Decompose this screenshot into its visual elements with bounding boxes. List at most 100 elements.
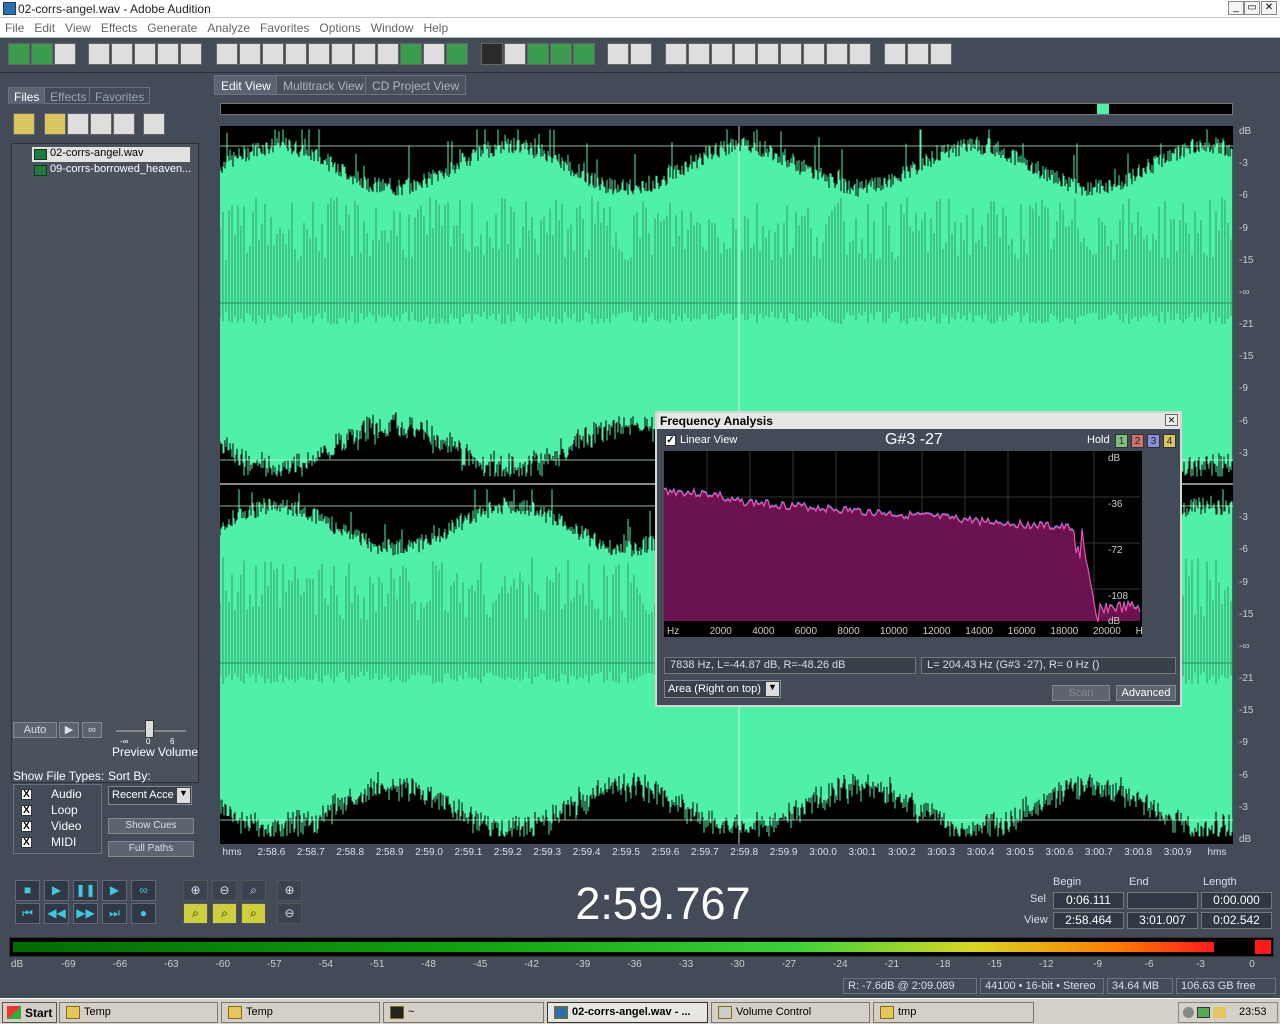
full-paths-button[interactable]: Full Paths <box>108 841 194 857</box>
video-type-checkbox[interactable]: X <box>21 821 32 832</box>
start-button[interactable]: Start <box>2 1002 57 1023</box>
close-selected-icon[interactable] <box>67 113 89 135</box>
zoom-selection-icon[interactable]: ⌕ <box>241 903 266 924</box>
time-selection-tool-icon[interactable] <box>607 43 629 65</box>
midi-type-checkbox[interactable]: X <box>21 837 32 848</box>
spectrum-plot[interactable]: Hz 2000 4000 6000 8000 10000 12000 14000 16000 18… <box>663 451 1148 637</box>
advanced-button[interactable]: Advanced <box>1116 685 1176 701</box>
repeat-icon[interactable] <box>262 43 284 65</box>
task-temp-2[interactable]: Temp <box>221 1002 380 1023</box>
grid-view-icon[interactable] <box>527 43 549 65</box>
help-icon[interactable] <box>930 43 952 65</box>
menu-file[interactable]: File <box>0 18 29 35</box>
toggle-time-icon[interactable] <box>780 43 802 65</box>
hold-1-button[interactable]: 1 <box>1115 434 1128 448</box>
zoom-full-icon[interactable]: ⌕ <box>241 880 266 901</box>
audio-type-checkbox[interactable]: X <box>21 789 32 800</box>
sel-end-field[interactable] <box>1127 892 1198 909</box>
stop-button[interactable]: ■ <box>15 880 40 901</box>
task-terminal[interactable]: ~ <box>383 1002 544 1023</box>
tab-effects[interactable]: Effects <box>44 87 93 104</box>
minimize-button[interactable]: _ <box>1228 1 1244 15</box>
tab-edit-view[interactable]: Edit View <box>214 75 278 95</box>
loop-type-checkbox[interactable]: X <box>21 805 32 816</box>
import-icon[interactable] <box>44 113 66 135</box>
menu-edit[interactable]: Edit <box>29 18 60 35</box>
grid-view-3-icon[interactable] <box>573 43 595 65</box>
spectral-view-icon[interactable] <box>481 43 503 65</box>
checkbox-toggle-icon[interactable] <box>504 43 526 65</box>
list-item[interactable]: 09-corrs-borrowed_heaven... <box>32 163 191 178</box>
cd-view-icon[interactable] <box>54 43 76 65</box>
view-end-field[interactable]: 3:01.007 <box>1127 912 1198 929</box>
record-button[interactable]: ● <box>131 903 156 924</box>
redo-icon[interactable] <box>239 43 261 65</box>
open-file-icon[interactable] <box>111 43 133 65</box>
view-begin-field[interactable]: 2:58.464 <box>1053 912 1124 929</box>
trim-icon[interactable] <box>423 43 445 65</box>
zoom-out-full-icon[interactable]: ⊖ <box>212 880 237 901</box>
zoom-in-full-icon[interactable]: ⊕ <box>183 880 208 901</box>
paste-icon[interactable] <box>354 43 376 65</box>
task-tmp[interactable]: tmp <box>873 1002 1034 1023</box>
linear-view-checkbox[interactable]: ✓ <box>665 435 676 446</box>
menu-analyze[interactable]: Analyze <box>202 18 255 35</box>
loop-preview-button[interactable]: ∞ <box>82 722 102 738</box>
task-audition[interactable]: 02-corrs-angel.wav - ... <box>547 1002 708 1023</box>
zoom-left-icon[interactable]: ⌕ <box>183 903 208 924</box>
sel-length-field[interactable]: 0:00.000 <box>1201 892 1272 909</box>
toggle-panel-icon[interactable] <box>665 43 687 65</box>
zoom-right-icon[interactable]: ⌕ <box>212 903 237 924</box>
close-icon[interactable]: ✕ <box>1165 414 1178 426</box>
tab-files[interactable]: Files <box>8 87 46 104</box>
menu-help[interactable]: Help <box>418 18 453 35</box>
toggle-status-icon[interactable] <box>849 43 871 65</box>
toggle-transport-icon[interactable] <box>734 43 756 65</box>
toggle-level-icon[interactable] <box>826 43 848 65</box>
tab-cd-project-view[interactable]: CD Project View <box>365 75 467 95</box>
fast-forward-button[interactable]: ▶▶ <box>73 903 98 924</box>
options-icon[interactable] <box>143 113 165 135</box>
restore-button[interactable]: ▭ <box>1244 1 1260 15</box>
overview-viewport[interactable] <box>1097 104 1109 114</box>
loop-play-button[interactable]: ∞ <box>131 880 156 901</box>
insert-multitrack-icon[interactable] <box>113 113 135 135</box>
hold-4-button[interactable]: 4 <box>1163 434 1176 448</box>
task-volume-control[interactable]: Volume Control <box>711 1002 870 1023</box>
tab-multitrack-view[interactable]: Multitrack View <box>276 75 371 95</box>
play-to-end-button[interactable]: ▶ <box>102 880 127 901</box>
copy-icon[interactable] <box>285 43 307 65</box>
tray-icon[interactable] <box>1183 1007 1194 1018</box>
settings-gear-icon[interactable] <box>884 43 906 65</box>
save-icon[interactable] <box>134 43 156 65</box>
scan-button[interactable]: Scan <box>1052 685 1110 701</box>
zoom-in-vertical-icon[interactable]: ⊕ <box>277 880 302 901</box>
auto-play-button[interactable]: Auto <box>13 722 57 738</box>
toggle-panel-2-icon[interactable] <box>688 43 710 65</box>
close-file-icon[interactable] <box>180 43 202 65</box>
list-item[interactable]: 02-corrs-angel.wav <box>32 147 190 162</box>
save-as-icon[interactable] <box>157 43 179 65</box>
plot-mode-select[interactable]: Area (Right on top) ▼ <box>664 680 781 698</box>
script-icon[interactable] <box>907 43 929 65</box>
menu-options[interactable]: Options <box>314 18 365 35</box>
rewind-button[interactable]: ◀◀ <box>44 903 69 924</box>
menu-favorites[interactable]: Favorites <box>255 18 314 35</box>
paste-new-icon[interactable] <box>377 43 399 65</box>
new-file-icon[interactable] <box>88 43 110 65</box>
go-to-end-button[interactable]: ⏭ <box>102 903 127 924</box>
menu-window[interactable]: Window <box>366 18 419 35</box>
menu-effects[interactable]: Effects <box>96 18 142 35</box>
toggle-panel-3-icon[interactable] <box>711 43 733 65</box>
menu-view[interactable]: View <box>60 18 96 35</box>
mix-paste-icon[interactable] <box>400 43 422 65</box>
multitrack-view-icon[interactable] <box>31 43 53 65</box>
menu-generate[interactable]: Generate <box>142 18 202 35</box>
play-preview-button[interactable]: ▶ <box>59 722 79 738</box>
close-button[interactable]: ✕ <box>1261 1 1277 15</box>
toggle-selection-icon[interactable] <box>803 43 825 65</box>
volume-tray-icon[interactable] <box>1197 1007 1210 1018</box>
cut-icon[interactable] <box>331 43 353 65</box>
sel-begin-field[interactable]: 0:06.111 <box>1053 892 1124 909</box>
tray-network-icon[interactable] <box>1213 1007 1226 1018</box>
